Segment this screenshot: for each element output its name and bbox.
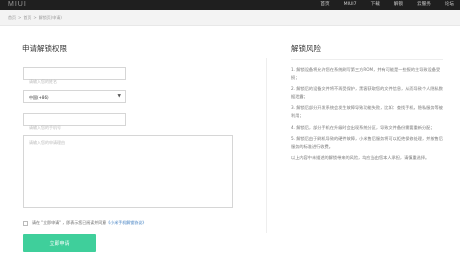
breadcrumb-separator: > xyxy=(18,15,22,20)
nav-download[interactable]: 下载 xyxy=(371,0,380,10)
nav-forum[interactable]: 论坛 xyxy=(445,0,454,10)
reason-field[interactable] xyxy=(23,135,233,208)
caret-down-icon: ▼ xyxy=(117,94,121,99)
phone-field[interactable] xyxy=(23,113,126,133)
breadcrumb-bar: 首页 > 首页 > 解锁页(申请) xyxy=(0,10,460,26)
agree-checkbox[interactable] xyxy=(23,220,28,226)
country-code-value: 中国(+86) xyxy=(29,94,49,100)
name-input[interactable] xyxy=(24,76,125,87)
breadcrumb-item[interactable]: 首页 xyxy=(23,15,31,20)
risks-title-divider xyxy=(291,59,443,60)
breadcrumb-separator: > xyxy=(33,15,37,20)
agreement-text: 请在 "立即申请" ，即表示您已阅读并同意 xyxy=(32,220,107,225)
nav-miui7[interactable]: MIUI7 xyxy=(344,0,357,10)
risk-item: 5. 解锁后由于刷机导致的硬件故障，小米售后服务将可以拒绝保修处理，并按售后服务… xyxy=(291,136,443,149)
agreement-link[interactable]: 《小米手机解锁协议》 xyxy=(106,220,146,225)
reason-textarea[interactable] xyxy=(24,136,232,207)
breadcrumb: 首页 > 首页 > 解锁页(申请) xyxy=(8,15,62,21)
phone-input[interactable] xyxy=(24,122,125,133)
agreement-row: 请在 "立即申请" ，即表示您已阅读并同意《小米手机解锁协议》 xyxy=(23,220,146,226)
form-title: 申请解锁权限 xyxy=(22,44,67,53)
submit-button[interactable]: 立即申请 xyxy=(23,234,96,252)
risk-item: 4. 解锁后，部分手机在升级时会出现系统分区，导致文件备份需要重新分配； xyxy=(291,124,435,130)
miui-logo[interactable]: MIUI xyxy=(8,1,27,9)
breadcrumb-item[interactable]: 首页 xyxy=(8,15,16,20)
risks-list: 1. 解锁设备将允许您在系统刷写第三方ROM，并有可能是一些报的主导致设备受损；… xyxy=(291,66,447,166)
breadcrumb-current: 解锁页(申请) xyxy=(38,15,62,20)
risks-title: 解锁风险 xyxy=(291,44,321,53)
top-navigation-bar: MIUI 首页 MIUI7 下载 解锁 云服务 论坛 xyxy=(0,0,460,10)
nav-home[interactable]: 首页 xyxy=(320,0,329,10)
country-code-select[interactable]: 中国(+86) ▼ xyxy=(23,90,126,103)
name-field[interactable] xyxy=(23,67,126,87)
column-divider xyxy=(266,58,267,233)
nav-unlock[interactable]: 解锁 xyxy=(394,0,403,10)
risk-note: 以上内容中未描述的解锁带来的风险，均应当由您本人承担，请慎重选择。 xyxy=(291,155,430,161)
nav-cloud[interactable]: 云服务 xyxy=(417,0,431,10)
risk-item: 2. 解锁后的设备文件将不再受保护，黑客获取您的文件信息，从而导致个人隐私数据泄… xyxy=(291,86,443,99)
risk-item: 3. 解锁后部分开发系统会发生故障导致功能失败，比如：查找手机，隐私服务等被利用… xyxy=(291,105,443,118)
risk-item: 1. 解锁设备将允许您在系统刷写第三方ROM，并有可能是一些报的主导致设备受损； xyxy=(291,67,441,80)
main-nav: 首页 MIUI7 下载 解锁 云服务 论坛 xyxy=(306,0,454,10)
